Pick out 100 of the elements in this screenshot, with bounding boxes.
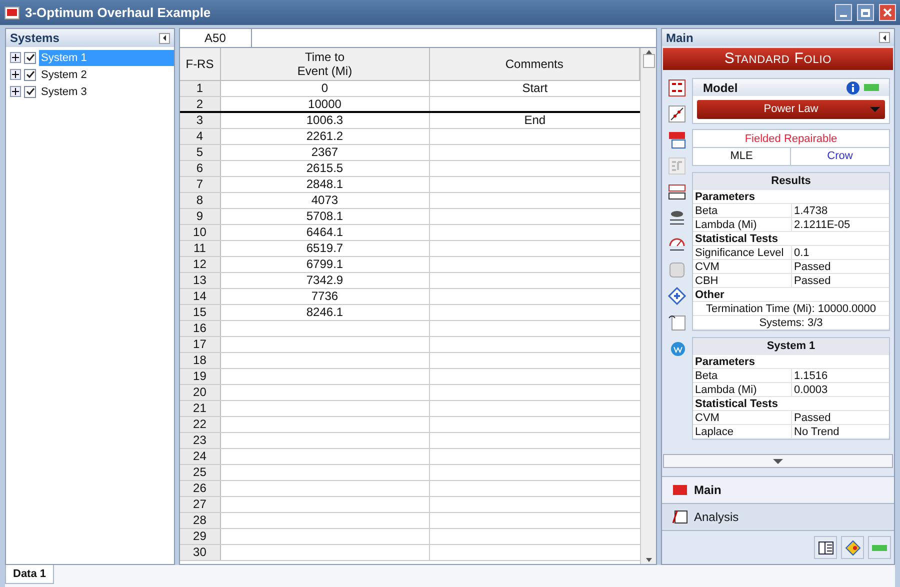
table-cell: 2848.1 [220, 177, 430, 192]
table-cell: 8246.1 [220, 305, 430, 320]
column-header: Time to Event (Mi) [220, 48, 430, 80]
result-label: Lambda (Mi) [693, 383, 792, 396]
diamond-icon [844, 540, 860, 556]
table-cell: 2615.5 [220, 161, 430, 176]
tool-icon[interactable] [667, 130, 687, 150]
row-number: 23 [180, 433, 221, 448]
row-number: 1 [180, 81, 221, 96]
row-number: 28 [180, 513, 221, 528]
result-value: 0.0003 [793, 383, 829, 396]
expand-button[interactable] [10, 52, 21, 63]
table-cell: 2261.2 [220, 129, 430, 144]
table-cell: 6799.1 [220, 257, 430, 272]
row-number: 2 [180, 97, 221, 111]
row-number: 24 [180, 449, 221, 464]
row-number: 22 [180, 417, 221, 432]
table-cell: 0 [220, 81, 430, 96]
tab-icon [672, 483, 688, 497]
row-number: 29 [180, 529, 221, 544]
section-heading: Parameters [693, 190, 889, 204]
window-title: 3-Optimum Overhaul Example [25, 4, 212, 22]
tool-icon[interactable] [667, 104, 687, 124]
row-number: 3 [180, 113, 221, 128]
row-number: 19 [180, 369, 221, 384]
result-value: 0.1 [793, 246, 810, 259]
tool-icon[interactable] [667, 182, 687, 202]
checkbox[interactable] [24, 86, 36, 98]
tool-icon[interactable] [667, 78, 687, 98]
row-number: 10 [180, 225, 221, 240]
checkbox[interactable] [24, 52, 36, 64]
table-cell-text: End [523, 113, 547, 128]
table-cell: 7342.9 [220, 273, 430, 288]
table-cell: 6464.1 [220, 225, 430, 240]
result-label: CBH [693, 274, 792, 287]
section-heading: Statistical Tests [693, 232, 889, 246]
row-number: 30 [180, 545, 221, 560]
collapse-button[interactable] [158, 32, 170, 44]
panel-title: Main [666, 30, 694, 46]
row-number: 4 [180, 129, 221, 144]
section-heading: Other [693, 288, 889, 302]
row-number: 6 [180, 161, 221, 176]
nav-tab[interactable]: Analysis [662, 503, 894, 530]
expand-button[interactable] [10, 86, 21, 97]
column-header: F-RS [180, 48, 221, 80]
diamond-button[interactable] [841, 536, 864, 559]
scrollbar[interactable] [640, 48, 656, 564]
table-cell-text: Start [521, 81, 549, 96]
tool-icon[interactable] [667, 286, 687, 306]
card-title: System 1 [693, 338, 889, 355]
app-icon [4, 6, 20, 20]
close-button[interactable] [879, 4, 896, 21]
panel-icon [818, 540, 834, 554]
tab-icon [672, 510, 688, 524]
result-value: No Trend [793, 425, 840, 438]
nav-tab[interactable]: Main [662, 476, 894, 503]
status-indicator [864, 84, 879, 91]
table-cell: 10000 [220, 97, 430, 111]
row-number: 7 [180, 177, 221, 192]
table-cell: 6519.7 [220, 241, 430, 256]
model-dropdown[interactable]: Power Law [697, 100, 885, 119]
sheet-tab[interactable]: Data 1 [5, 565, 54, 584]
row-number: 17 [180, 337, 221, 352]
row-number: 20 [180, 385, 221, 400]
result-value: Passed [793, 260, 832, 273]
row-number: 11 [180, 241, 221, 256]
table-cell: 2367 [220, 145, 430, 160]
result-label: Lambda (Mi) [693, 218, 792, 231]
result-value: Passed [793, 411, 832, 424]
table-cell: 1006.3 [220, 113, 430, 128]
folio-banner: Standard Folio [663, 48, 893, 70]
data-type: Fielded Repairable [693, 130, 889, 148]
expand-button[interactable] [10, 69, 21, 80]
minimize-button[interactable] [835, 4, 852, 21]
row-number: 27 [180, 497, 221, 512]
result-value: Passed [793, 274, 832, 287]
info-icon[interactable] [846, 80, 860, 94]
row-number: 5 [180, 145, 221, 160]
row-number: 15 [180, 305, 221, 320]
row-number: 25 [180, 465, 221, 480]
table-cell: 7736 [220, 289, 430, 304]
tree-item[interactable]: System 3 [39, 84, 89, 100]
section-heading: Statistical Tests [693, 397, 889, 411]
model-title: Model [703, 80, 739, 96]
row-number: 21 [180, 401, 221, 416]
result-label: Beta [693, 369, 792, 382]
method-label: MLE [693, 148, 791, 165]
tree-item[interactable]: System 2 [39, 66, 89, 82]
result-label: CVM [693, 260, 792, 273]
result-value: 1.1516 [793, 369, 829, 382]
table-cell: 5708.1 [220, 209, 430, 224]
panel-button[interactable] [814, 536, 837, 559]
result-label: Laplace [693, 425, 792, 438]
collapse-button[interactable] [879, 32, 890, 43]
row-number: 8 [180, 193, 221, 208]
maximize-button[interactable] [857, 4, 874, 21]
result-value: 2.1211E-05 [793, 218, 852, 231]
panel-title: Systems [10, 30, 60, 47]
card-title: Results [693, 173, 889, 190]
checkbox[interactable] [24, 68, 36, 80]
